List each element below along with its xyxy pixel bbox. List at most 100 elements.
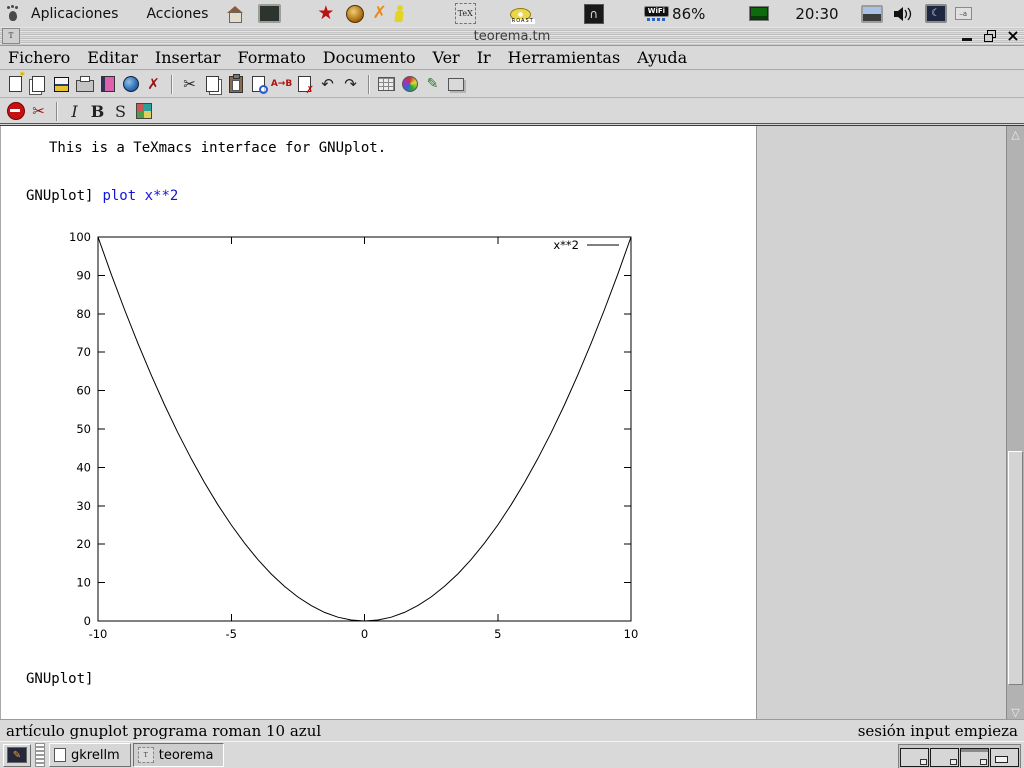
menu-editar[interactable]: Editar bbox=[87, 48, 138, 67]
taskbar-menu-button[interactable]: ✎ bbox=[3, 744, 31, 767]
speaker-icon[interactable] bbox=[893, 6, 913, 22]
menu-documento[interactable]: Documento bbox=[323, 48, 416, 67]
svg-text:40: 40 bbox=[76, 460, 91, 474]
home-icon[interactable] bbox=[226, 6, 244, 22]
open-document-button[interactable] bbox=[27, 73, 50, 96]
scrollbar-thumb[interactable] bbox=[1008, 451, 1023, 685]
panel-menu-actions[interactable]: Acciones bbox=[146, 6, 208, 22]
scroll-up-arrow-icon[interactable]: △ bbox=[1007, 126, 1024, 142]
pager-desktop-4[interactable] bbox=[990, 748, 1019, 767]
new-document-button[interactable] bbox=[4, 73, 27, 96]
menu-ver[interactable]: Ver bbox=[432, 48, 459, 67]
main-toolbar: ✗ ✂ A→B ↶ ↷ ✎ bbox=[0, 71, 1024, 98]
moon-screensaver-icon[interactable]: ☾ bbox=[925, 4, 947, 23]
menu-insertar[interactable]: Insertar bbox=[155, 48, 221, 67]
toolbar-separator bbox=[56, 102, 57, 121]
gnuplot-prompt2[interactable]: GNUplot] bbox=[26, 671, 93, 687]
panel-menu-applications[interactable]: Aplicaciones bbox=[31, 6, 118, 22]
menu-herramientas[interactable]: Herramientas bbox=[508, 48, 621, 67]
paste-button[interactable] bbox=[224, 73, 247, 96]
insert-frame-button[interactable] bbox=[444, 73, 467, 96]
copy-button[interactable] bbox=[201, 73, 224, 96]
color-chooser-button[interactable] bbox=[132, 100, 155, 123]
panel-clock[interactable]: 20:30 bbox=[795, 5, 838, 23]
pager-desktop-1[interactable] bbox=[900, 748, 929, 767]
document-area: This is a TeXmacs interface for GNUplot.… bbox=[0, 125, 1024, 719]
export-book-button[interactable] bbox=[96, 73, 119, 96]
texmacs-icon: T bbox=[138, 747, 154, 763]
window-title: teorema.tm bbox=[0, 29, 1024, 44]
close-button[interactable]: × bbox=[1006, 29, 1020, 43]
gnome-foot-icon[interactable] bbox=[6, 5, 21, 23]
person-icon[interactable] bbox=[394, 5, 405, 23]
wifi-icon[interactable]: WiFi bbox=[644, 6, 669, 21]
red-star-icon[interactable]: ★ bbox=[317, 4, 334, 23]
menu-formato[interactable]: Formato bbox=[237, 48, 305, 67]
status-right[interactable]: sesión input empieza bbox=[858, 722, 1018, 740]
cut-session-button[interactable]: ✂ bbox=[27, 100, 50, 123]
scroll-down-arrow-icon[interactable]: ▽ bbox=[1007, 704, 1024, 720]
gnuplot-command[interactable]: plot x**2 bbox=[102, 188, 178, 204]
svg-text:70: 70 bbox=[76, 345, 91, 359]
menu-fichero[interactable]: Fichero bbox=[8, 48, 70, 67]
svg-text:-5: -5 bbox=[226, 627, 237, 641]
battery-percent: 86% bbox=[672, 5, 705, 23]
menu-ir[interactable]: Ir bbox=[477, 48, 491, 67]
redo-button[interactable]: ↷ bbox=[339, 73, 362, 96]
system-monitor-icon[interactable] bbox=[749, 6, 769, 21]
spell-check-button[interactable] bbox=[293, 73, 316, 96]
gnuplot-chart: -10-505100102030405060708090100x**2 bbox=[41, 229, 661, 649]
gnuplot-prompt-line[interactable]: GNUplot] plot x**2 bbox=[26, 188, 178, 204]
insert-table-button[interactable] bbox=[375, 73, 398, 96]
draw-button[interactable]: ✎ bbox=[421, 73, 444, 96]
window-titlebar[interactable]: T teorema.tm × bbox=[0, 27, 1024, 46]
workspace-pager bbox=[898, 744, 1021, 768]
menu-ayuda[interactable]: Ayuda bbox=[637, 48, 687, 67]
restore-button[interactable] bbox=[983, 29, 997, 43]
mini-applet-icon[interactable]: –a bbox=[955, 7, 972, 20]
strong-button[interactable]: S bbox=[109, 100, 132, 123]
tex-icon[interactable]: TeX bbox=[455, 3, 476, 24]
minimize-button[interactable] bbox=[960, 29, 974, 43]
cdroast-icon[interactable]: ROAST bbox=[510, 5, 530, 23]
bold-button[interactable]: B bbox=[86, 100, 109, 123]
cut-button[interactable]: ✂ bbox=[178, 73, 201, 96]
undo-button[interactable]: ↶ bbox=[316, 73, 339, 96]
terminal-icon[interactable] bbox=[258, 4, 281, 23]
replace-button[interactable]: A→B bbox=[270, 73, 293, 96]
svg-text:-10: -10 bbox=[89, 627, 108, 641]
gnuplot-prompt: GNUplot] bbox=[26, 188, 93, 204]
page-margin-area bbox=[756, 126, 1006, 720]
amber-orb-icon[interactable] bbox=[346, 5, 364, 23]
desktop-panel: Aplicaciones Acciones ★ ✗ TeX ROAST ∩ Wi… bbox=[0, 0, 1024, 28]
find-button[interactable] bbox=[247, 73, 270, 96]
taskbar-grip[interactable] bbox=[35, 743, 45, 767]
svg-text:0: 0 bbox=[361, 627, 368, 641]
svg-text:20: 20 bbox=[76, 537, 91, 551]
session-toolbar: ✂ I B S bbox=[0, 99, 1024, 124]
italic-button[interactable]: I bbox=[63, 100, 86, 123]
pager-desktop-2[interactable] bbox=[930, 748, 959, 767]
pager-window bbox=[995, 756, 1008, 763]
task-button-teorema[interactable]: T teorema bbox=[133, 743, 225, 767]
document-intro-text[interactable]: This is a TeXmacs interface for GNUplot. bbox=[49, 140, 386, 156]
pager-desktop-3[interactable] bbox=[960, 748, 989, 767]
insert-image-button[interactable] bbox=[398, 73, 421, 96]
svg-text:60: 60 bbox=[76, 384, 91, 398]
screen-icon[interactable] bbox=[861, 5, 883, 23]
svg-text:10: 10 bbox=[624, 627, 639, 641]
vertical-scrollbar[interactable]: △ ▽ bbox=[1006, 126, 1024, 720]
headphones-icon[interactable]: ∩ bbox=[584, 4, 604, 24]
task-button-gkrellm[interactable]: gkrellm bbox=[49, 743, 131, 767]
orange-tools-icon[interactable]: ✗ bbox=[372, 5, 386, 22]
status-left[interactable]: artículo gnuplot programa roman 10 azul bbox=[6, 722, 321, 740]
status-bar: artículo gnuplot programa roman 10 azul … bbox=[0, 719, 1024, 741]
open-url-globe-button[interactable] bbox=[119, 73, 142, 96]
interrupt-stop-button[interactable] bbox=[4, 100, 27, 123]
save-document-button[interactable] bbox=[50, 73, 73, 96]
document-page[interactable]: This is a TeXmacs interface for GNUplot.… bbox=[0, 126, 756, 720]
print-document-button[interactable] bbox=[73, 73, 96, 96]
window-icon bbox=[54, 748, 66, 762]
monitor-pen-icon: ✎ bbox=[7, 747, 27, 763]
close-document-button[interactable]: ✗ bbox=[142, 73, 165, 96]
